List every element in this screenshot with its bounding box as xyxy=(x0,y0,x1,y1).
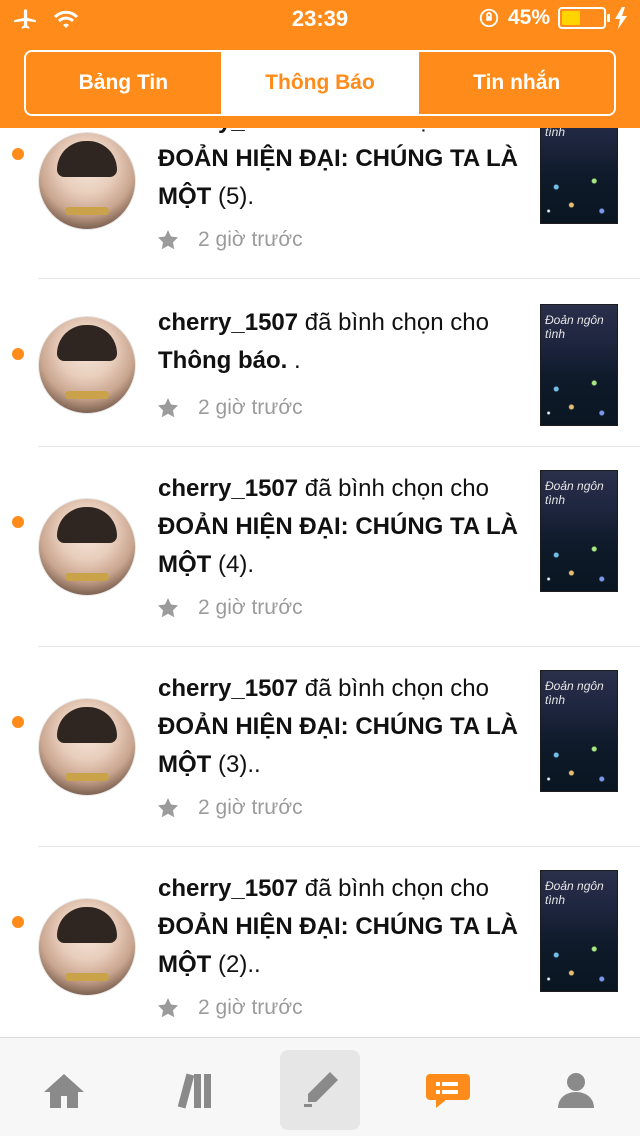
notifications-list[interactable]: cherry_1507 đã bình chọn cho ĐOẢN HIỆN Đ… xyxy=(0,90,640,1038)
unread-dot xyxy=(12,148,24,160)
timestamp: 2 giờ trước xyxy=(198,396,303,419)
avatar[interactable] xyxy=(38,898,136,996)
avatar[interactable] xyxy=(38,132,136,230)
unread-dot xyxy=(12,716,24,728)
charging-bolt-icon xyxy=(615,7,627,29)
story-cover[interactable]: Đoản ngôn tình xyxy=(540,470,618,592)
cover-art xyxy=(541,163,617,223)
tab-bang-tin[interactable]: Bảng Tin xyxy=(26,52,221,114)
notifications-tab[interactable] xyxy=(408,1050,488,1130)
notification-text: cherry_1507 đã bình chọn cho ĐOẢN HIỆN Đ… xyxy=(158,670,528,784)
battery-icon xyxy=(558,7,610,29)
profile-icon xyxy=(558,1073,594,1108)
target-suffix: (2).. xyxy=(211,951,261,978)
star-icon xyxy=(158,798,178,818)
status-right: 45% xyxy=(478,6,628,30)
action-text: đã bình chọn cho xyxy=(298,675,489,702)
separator xyxy=(38,446,640,447)
segmented-control: Bảng Tin Thông Báo Tin nhắn xyxy=(24,50,616,116)
meta-row: 2 giờ trước xyxy=(156,596,303,620)
cover-title: Đoản ngôn tình xyxy=(545,479,604,507)
star-icon xyxy=(158,398,178,418)
cover-art xyxy=(541,731,617,791)
avatar[interactable] xyxy=(38,316,136,414)
tab-tin-nhan[interactable]: Tin nhắn xyxy=(417,52,614,114)
battery-percent: 45% xyxy=(507,6,550,29)
story-cover[interactable]: Đoản ngôn tình xyxy=(540,304,618,426)
username[interactable]: cherry_1507 xyxy=(158,309,298,336)
profile-tab[interactable] xyxy=(536,1050,616,1130)
unread-dot xyxy=(12,516,24,528)
target-suffix: (3).. xyxy=(211,751,261,778)
timestamp: 2 giờ trước xyxy=(198,996,303,1019)
target-suffix: . xyxy=(287,347,301,374)
timestamp: 2 giờ trước xyxy=(198,228,303,251)
timestamp: 2 giờ trước xyxy=(198,796,303,819)
star-icon xyxy=(158,598,178,618)
story-cover[interactable]: Đoản ngôn tình xyxy=(540,670,618,792)
action-text: đã bình chọn cho xyxy=(298,475,489,502)
cover-title: Đoản ngôn tình xyxy=(545,313,604,341)
meta-row: 2 giờ trước xyxy=(156,996,303,1020)
avatar[interactable] xyxy=(38,698,136,796)
orientation-lock-icon xyxy=(479,8,499,28)
cover-title: Đoản ngôn tình xyxy=(545,879,604,907)
meta-row: 2 giờ trước xyxy=(156,228,303,252)
status-bar: 23:39 45% xyxy=(0,0,640,40)
username[interactable]: cherry_1507 xyxy=(158,875,298,902)
cover-art xyxy=(541,365,617,425)
notification-text: cherry_1507 đã bình chọn cho ĐOẢN HIỆN Đ… xyxy=(158,470,528,584)
home-icon xyxy=(44,1074,84,1108)
cover-title: Đoản ngôn tình xyxy=(545,679,604,707)
library-tab[interactable] xyxy=(152,1050,232,1130)
separator xyxy=(38,646,640,647)
header: 23:39 45% Bảng Tin Thông Báo Tin nhắn xyxy=(0,0,640,128)
username[interactable]: cherry_1507 xyxy=(158,475,298,502)
star-icon xyxy=(158,998,178,1018)
notifications-icon xyxy=(426,1074,470,1108)
meta-row: 2 giờ trước xyxy=(156,796,303,820)
pencil-icon xyxy=(304,1072,338,1107)
bottom-tab-bar xyxy=(0,1037,640,1136)
target-title[interactable]: Thông báo. xyxy=(158,347,287,374)
write-tab[interactable] xyxy=(280,1050,360,1130)
target-suffix: (4). xyxy=(211,551,254,578)
avatar[interactable] xyxy=(38,498,136,596)
notification-text: cherry_1507 đã bình chọn cho ĐOẢN HIỆN Đ… xyxy=(158,870,528,984)
unread-dot xyxy=(12,916,24,928)
notification-text: cherry_1507 đã bình chọn cho Thông báo. … xyxy=(158,304,528,380)
action-text: đã bình chọn cho xyxy=(298,309,489,336)
separator xyxy=(38,278,640,279)
story-cover[interactable]: Đoản ngôn tình xyxy=(540,870,618,992)
star-icon xyxy=(158,230,178,250)
action-text: đã bình chọn cho xyxy=(298,875,489,902)
target-suffix: (5). xyxy=(211,183,254,210)
timestamp: 2 giờ trước xyxy=(198,596,303,619)
cover-art xyxy=(541,931,617,991)
home-tab[interactable] xyxy=(24,1050,104,1130)
separator xyxy=(38,846,640,847)
cover-art xyxy=(541,531,617,591)
meta-row: 2 giờ trước xyxy=(156,396,303,420)
tab-thong-bao[interactable]: Thông Báo xyxy=(220,52,418,114)
library-icon xyxy=(177,1073,211,1109)
username[interactable]: cherry_1507 xyxy=(158,675,298,702)
unread-dot xyxy=(12,348,24,360)
